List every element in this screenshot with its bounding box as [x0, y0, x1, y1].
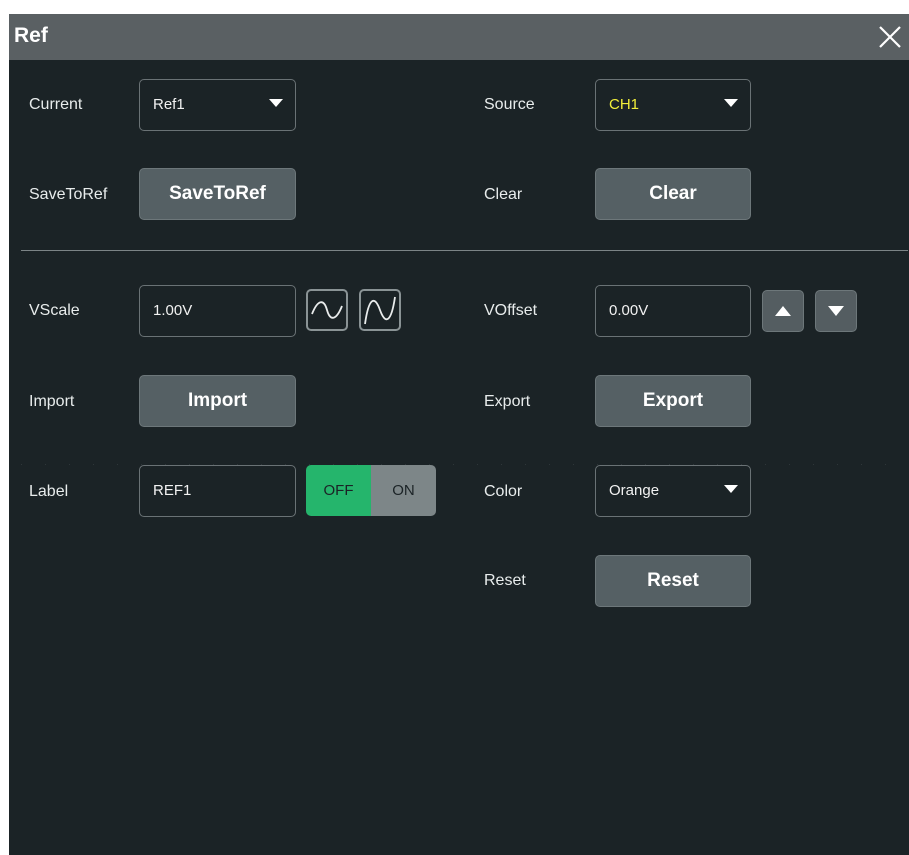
label-input[interactable]: REF1	[139, 465, 296, 517]
chevron-down-icon	[724, 485, 738, 493]
label-display-toggle[interactable]: OFF ON	[306, 465, 436, 516]
vscale-value: 1.00V	[153, 302, 193, 319]
close-icon[interactable]	[875, 22, 905, 52]
voffset-value: 0.00V	[609, 302, 649, 319]
color-label: Color	[484, 483, 523, 500]
vscale-input[interactable]: 1.00V	[139, 285, 296, 337]
voffset-up-button[interactable]	[762, 290, 804, 332]
vscale-label: VScale	[29, 302, 80, 319]
label-label: Label	[29, 483, 69, 500]
clear-label: Clear	[484, 186, 523, 203]
chevron-down-icon	[724, 99, 738, 107]
import-button[interactable]: Import	[139, 375, 296, 427]
triangle-down-icon	[828, 306, 844, 316]
import-label: Import	[29, 393, 75, 410]
reset-label: Reset	[484, 572, 526, 589]
color-value: Orange	[609, 482, 660, 499]
toggle-off-option[interactable]: OFF	[306, 465, 371, 516]
section-divider	[21, 250, 908, 251]
export-label: Export	[484, 393, 531, 410]
title-bar: Ref	[9, 14, 909, 60]
savetoref-label: SaveToRef	[29, 186, 108, 203]
dialog-title: Ref	[14, 24, 48, 47]
reset-button[interactable]: Reset	[595, 555, 751, 607]
current-label: Current	[29, 96, 83, 113]
export-button[interactable]: Export	[595, 375, 751, 427]
sine-wave-icon	[311, 301, 343, 319]
voffset-label: VOffset	[484, 302, 538, 319]
source-label: Source	[484, 96, 535, 113]
chevron-down-icon	[269, 99, 283, 107]
current-select[interactable]: Ref1	[139, 79, 296, 131]
toggle-on-option[interactable]: ON	[371, 465, 436, 516]
ref-dialog: Ref Current Ref1 Source CH1 SaveToRef Sa…	[9, 14, 909, 855]
current-value: Ref1	[153, 96, 185, 113]
sine-wave-icon	[364, 296, 396, 325]
label-value: REF1	[153, 482, 192, 499]
triangle-up-icon	[775, 306, 791, 316]
voffset-input[interactable]: 0.00V	[595, 285, 751, 337]
source-select[interactable]: CH1	[595, 79, 751, 131]
savetoref-button[interactable]: SaveToRef	[139, 168, 296, 220]
source-value: CH1	[609, 96, 640, 113]
vscale-coarse-button[interactable]	[359, 289, 401, 331]
vscale-fine-button[interactable]	[306, 289, 348, 331]
color-select[interactable]: Orange	[595, 465, 751, 517]
clear-button[interactable]: Clear	[595, 168, 751, 220]
voffset-down-button[interactable]	[815, 290, 857, 332]
